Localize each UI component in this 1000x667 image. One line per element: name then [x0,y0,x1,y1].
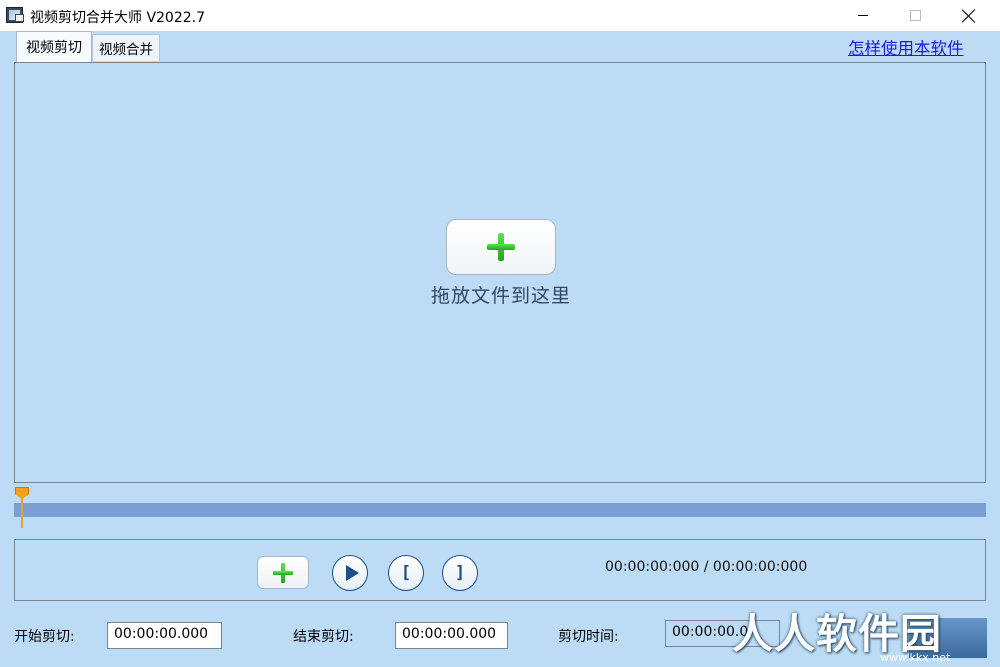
play-button[interactable] [332,555,368,591]
window-title: 视频剪切合并大师 V2022.7 [30,10,206,26]
plus-icon [273,562,293,583]
play-icon [345,565,359,581]
cut-duration-label: 剪切时间: [558,629,619,645]
add-video-button[interactable] [257,556,309,589]
maximize-icon [909,10,921,21]
end-cut-label: 结束剪切: [293,629,354,645]
watermark-url: www.kkx.net [880,651,951,664]
tab-video-merge[interactable]: 视频合并 [92,34,160,61]
mark-in-button[interactable]: [ [388,555,424,591]
start-cut-field[interactable]: 00:00:00.000 [107,622,222,649]
help-link[interactable]: 怎样使用本软件 [848,35,964,59]
bracket-left-icon: [ [400,563,412,583]
timeline-track[interactable] [14,503,986,517]
close-button[interactable] [946,0,992,31]
video-drop-panel[interactable]: 拖放文件到这里 [14,62,986,483]
minimize-icon [858,15,868,16]
maximize-button[interactable] [892,0,938,31]
drop-hint-text: 拖放文件到这里 [430,285,571,307]
minimize-button[interactable] [840,0,886,31]
mark-out-button[interactable]: ] [442,555,478,591]
start-cut-label: 开始剪切: [14,629,75,645]
time-display: 00:00:00:000 / 00:00:00:000 [605,559,808,575]
bracket-right-icon: ] [454,563,466,583]
plus-icon [487,233,515,261]
playhead-handle[interactable] [15,487,29,529]
title-bar: 视频剪切合并大师 V2022.7 [0,0,1000,31]
end-cut-field[interactable]: 00:00:00.000 [395,622,508,649]
add-file-button[interactable] [446,219,556,275]
app-icon [6,7,24,23]
tab-video-cut[interactable]: 视频剪切 [16,31,92,62]
playback-controls: [ ] 00:00:00:000 / 00:00:00:000 [14,539,986,601]
drop-zone[interactable]: 拖放文件到这里 [403,219,599,315]
playhead-line [21,498,23,528]
close-icon [962,9,976,23]
